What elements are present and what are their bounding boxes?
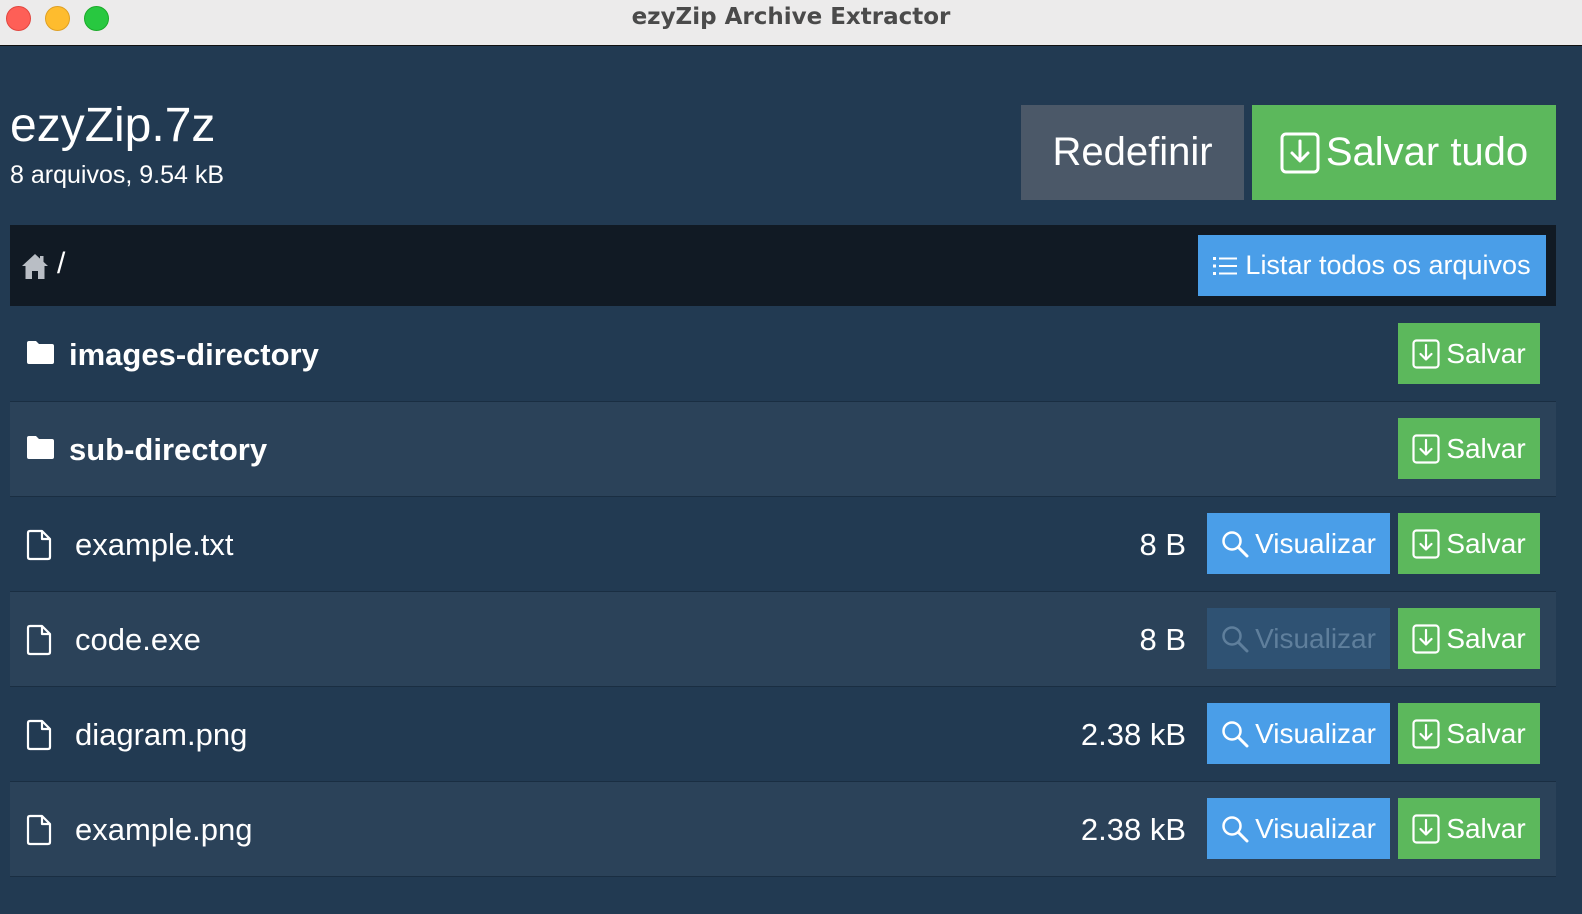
download-icon xyxy=(1412,338,1440,369)
reset-button-label: Redefinir xyxy=(1052,130,1213,174)
archive-name: ezyZip.7z xyxy=(10,99,216,152)
window-titlebar: ezyZip Archive Extractor xyxy=(0,0,1582,46)
file-row[interactable]: code.exe 8 B Visualizar Salvar xyxy=(10,592,1556,687)
file-size: 2.38 kB xyxy=(1080,812,1186,847)
preview-button[interactable]: Visualizar xyxy=(1207,703,1390,764)
folder-icon xyxy=(25,339,56,366)
search-icon xyxy=(1221,530,1249,558)
download-icon xyxy=(1412,718,1440,749)
file-name: example.png xyxy=(75,812,253,847)
preview-button-disabled: Visualizar xyxy=(1207,608,1390,669)
save-button[interactable]: Salvar xyxy=(1398,513,1540,574)
save-button-label: Salvar xyxy=(1446,337,1526,369)
file-size: 8 B xyxy=(1139,622,1186,657)
preview-button[interactable]: Visualizar xyxy=(1207,513,1390,574)
download-icon xyxy=(1412,623,1440,654)
file-list: images-directory Salvar sub-directory Sa… xyxy=(10,307,1556,877)
preview-button[interactable]: Visualizar xyxy=(1207,798,1390,859)
file-row[interactable]: diagram.png 2.38 kB Visualizar Salvar xyxy=(10,687,1556,782)
preview-button-label: Visualizar xyxy=(1255,527,1376,559)
file-icon xyxy=(25,624,53,656)
download-icon xyxy=(1280,132,1320,174)
save-all-button[interactable]: Salvar tudo xyxy=(1252,105,1556,200)
save-button-label: Salvar xyxy=(1446,812,1526,844)
save-button-label: Salvar xyxy=(1446,717,1526,749)
save-button-label: Salvar xyxy=(1446,527,1526,559)
save-button[interactable]: Salvar xyxy=(1398,418,1540,479)
file-name: diagram.png xyxy=(75,717,248,752)
archive-info: 8 arquivos, 9.54 kB xyxy=(10,161,225,189)
list-all-files-label: Listar todos os arquivos xyxy=(1245,250,1531,280)
preview-button-label: Visualizar xyxy=(1255,717,1376,749)
download-icon xyxy=(1412,528,1440,559)
breadcrumb-separator: / xyxy=(57,247,66,280)
breadcrumb: / Listar todos os arquivos xyxy=(10,225,1556,306)
folder-icon xyxy=(25,434,56,461)
save-button[interactable]: Salvar xyxy=(1398,798,1540,859)
reset-button[interactable]: Redefinir xyxy=(1021,105,1244,200)
directory-name[interactable]: sub-directory xyxy=(69,432,267,468)
file-icon xyxy=(25,814,53,846)
preview-button-label: Visualizar xyxy=(1255,812,1376,844)
save-button[interactable]: Salvar xyxy=(1398,608,1540,669)
directory-name[interactable]: images-directory xyxy=(69,337,319,373)
save-button-label: Salvar xyxy=(1446,432,1526,464)
download-icon xyxy=(1412,433,1440,464)
search-icon xyxy=(1221,720,1249,748)
file-icon xyxy=(25,529,53,561)
directory-row[interactable]: sub-directory Salvar xyxy=(10,402,1556,497)
search-icon xyxy=(1221,815,1249,843)
save-button[interactable]: Salvar xyxy=(1398,703,1540,764)
list-all-files-button[interactable]: Listar todos os arquivos xyxy=(1198,235,1546,296)
search-icon xyxy=(1221,625,1249,653)
download-icon xyxy=(1412,813,1440,844)
file-row[interactable]: example.txt 8 B Visualizar Salvar xyxy=(10,497,1556,592)
window-title: ezyZip Archive Extractor xyxy=(631,4,951,30)
home-icon[interactable] xyxy=(21,252,49,280)
file-name: code.exe xyxy=(75,622,201,657)
file-size: 8 B xyxy=(1139,527,1186,562)
file-size: 2.38 kB xyxy=(1080,717,1186,752)
save-button[interactable]: Salvar xyxy=(1398,323,1540,384)
file-row[interactable]: example.png 2.38 kB Visualizar Salvar xyxy=(10,782,1556,877)
list-icon xyxy=(1213,256,1238,276)
save-all-button-label: Salvar tudo xyxy=(1325,130,1529,174)
file-icon xyxy=(25,719,53,751)
save-button-label: Salvar xyxy=(1446,622,1526,654)
directory-row[interactable]: images-directory Salvar xyxy=(10,307,1556,402)
preview-button-label: Visualizar xyxy=(1255,622,1376,654)
file-name: example.txt xyxy=(75,527,234,562)
